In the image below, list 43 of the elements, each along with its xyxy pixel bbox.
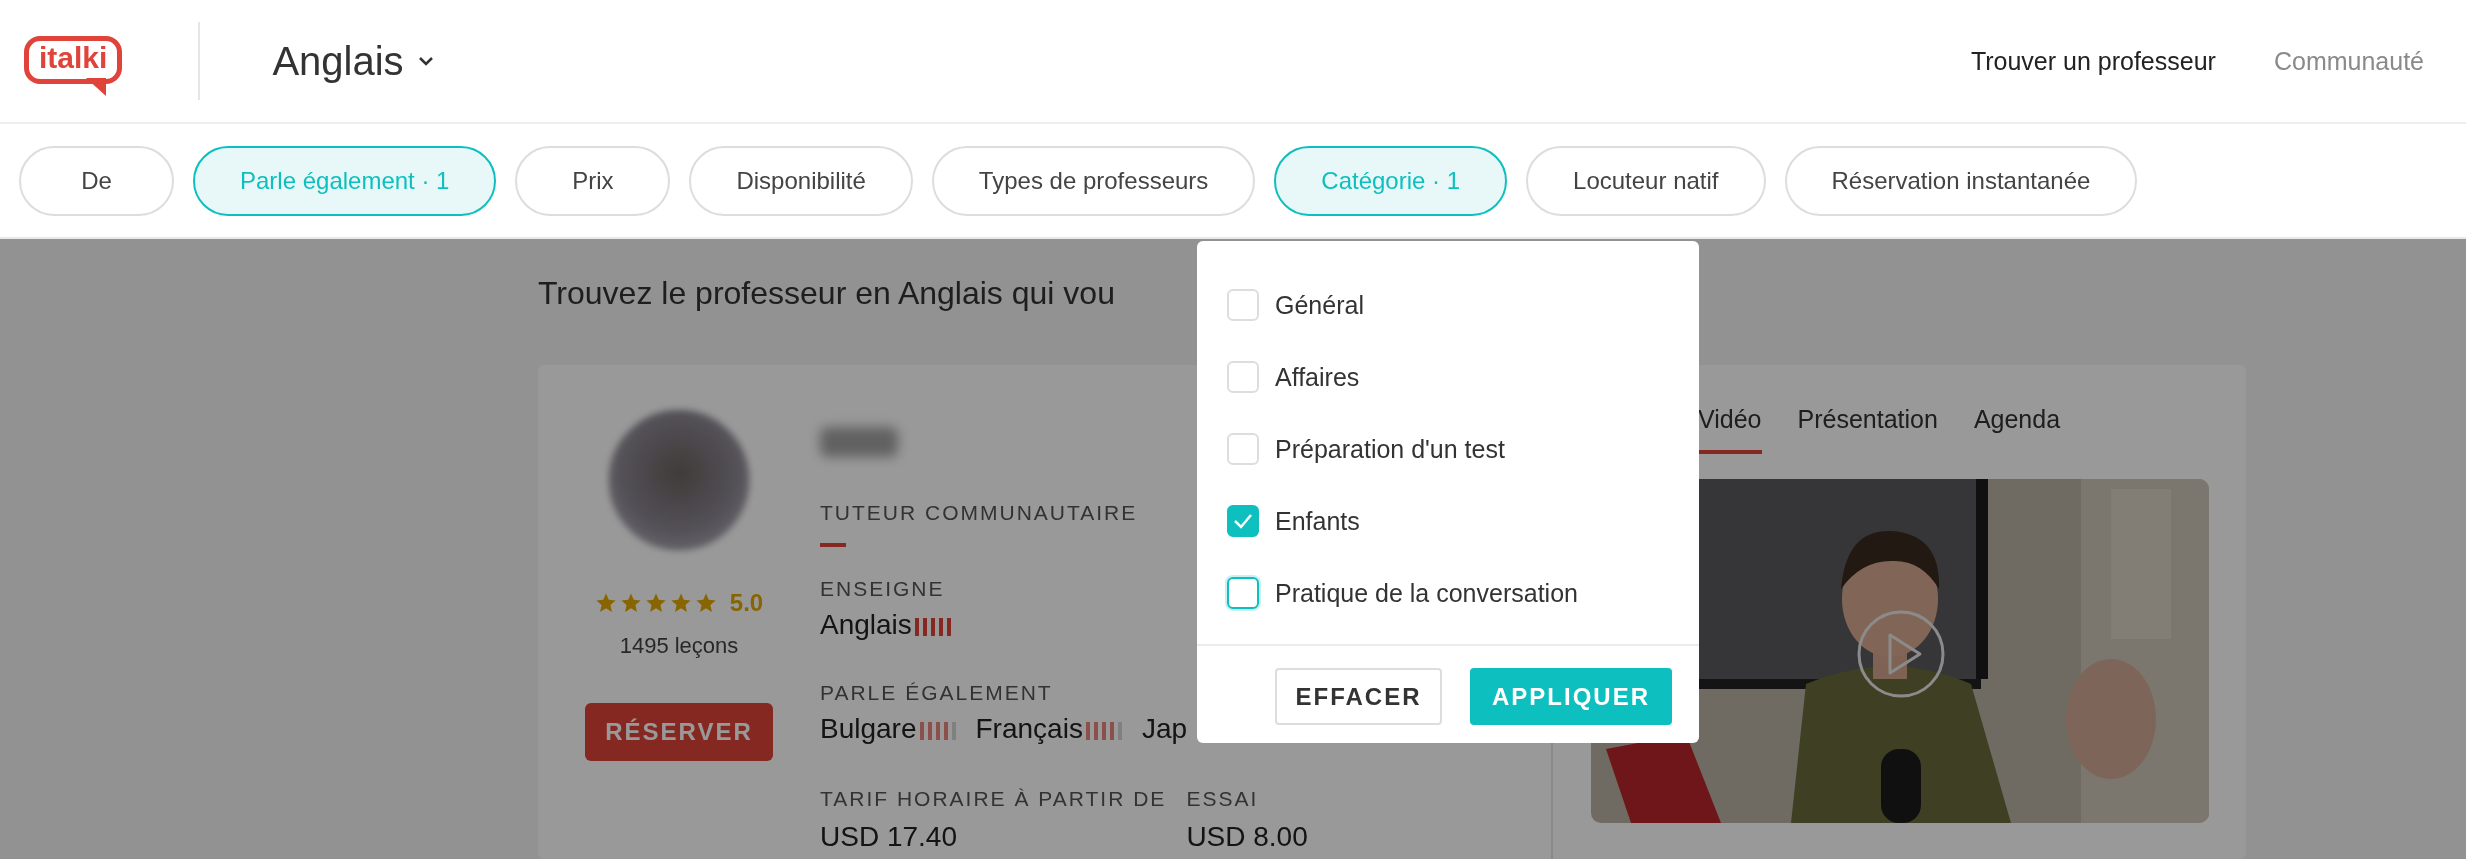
option-label: Affaires <box>1275 362 1360 392</box>
category-option[interactable]: Préparation d'un test <box>1227 433 1669 465</box>
tutor-type: TUTEUR COMMUNAUTAIRE <box>820 501 1138 525</box>
language-name: Bulgare <box>820 713 917 745</box>
checkbox[interactable] <box>1227 361 1259 393</box>
option-label: Préparation d'un test <box>1275 434 1505 464</box>
filter-chip[interactable]: Prix <box>515 145 671 216</box>
filter-chip[interactable]: Réservation instantanée <box>1784 145 2138 216</box>
language-name: Anglais <box>820 609 912 641</box>
filter-chip[interactable]: Locuteur natif <box>1526 145 1766 216</box>
clear-button[interactable]: EFFACER <box>1275 668 1442 725</box>
trial-price: USD 8.00 <box>1186 821 1308 853</box>
category-option[interactable]: Général <box>1227 289 1669 321</box>
filter-chip[interactable]: De <box>19 145 174 216</box>
checkbox[interactable] <box>1227 505 1259 537</box>
language-name: Français <box>975 713 1083 745</box>
category-option[interactable]: Affaires <box>1227 361 1669 393</box>
page-heading: Trouvez le professeur en Anglais qui vou <box>538 274 1115 313</box>
section-label: TARIF HORAIRE À PARTIR DE <box>820 787 1167 811</box>
hourly-rate: USD 17.40 <box>820 821 958 853</box>
checkbox[interactable] <box>1227 577 1259 609</box>
media-tab[interactable]: Agenda <box>1973 405 2061 454</box>
nav-link[interactable]: Trouver un professeur <box>1970 46 2216 76</box>
section-label: ENSEIGNE <box>820 577 945 601</box>
play-icon[interactable] <box>1856 609 1946 699</box>
rating-value: 5.0 <box>729 589 764 617</box>
category-option[interactable]: Pratique de la conversation <box>1227 577 1669 609</box>
section-label: PARLE ÉGALEMENT <box>820 681 1053 705</box>
checkbox[interactable] <box>1227 289 1259 321</box>
lesson-count: 1495 leçons <box>619 633 739 659</box>
category-option[interactable]: Enfants <box>1227 505 1669 537</box>
chevron-down-icon <box>417 56 434 66</box>
option-label: Enfants <box>1275 506 1360 536</box>
option-label: Général <box>1275 290 1364 320</box>
checkbox[interactable] <box>1227 433 1259 465</box>
media-tab[interactable]: Présentation <box>1797 405 1938 454</box>
section-label: ESSAI <box>1186 787 1259 811</box>
filter-chip[interactable]: Disponibilité <box>689 145 913 216</box>
language-selector[interactable]: Anglais <box>272 38 434 84</box>
option-label: Pratique de la conversation <box>1275 578 1578 608</box>
check-icon <box>1233 513 1253 529</box>
filter-chip[interactable]: Types de professeurs <box>931 145 1256 216</box>
language-name: Jap <box>1141 713 1188 745</box>
